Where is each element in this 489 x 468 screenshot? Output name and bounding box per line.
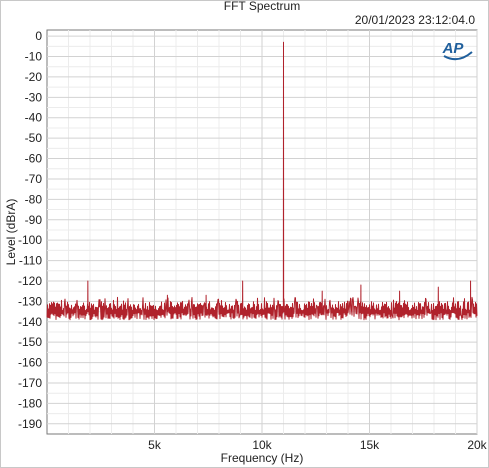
y-tick-label: -100 (18, 233, 42, 247)
y-tick-label: -190 (18, 417, 42, 431)
fft-chart: FFT Spectrum 20/01/2023 23:12:04.0 0 -10 -… (4, 0, 488, 465)
y-tick-label: -150 (18, 335, 42, 349)
chart-title: FFT Spectrum (224, 0, 300, 13)
y-tick-label: -180 (18, 396, 42, 410)
chart-timestamp: 20/01/2023 23:12:04.0 (355, 13, 475, 27)
x-tick-label: 10k (252, 438, 272, 452)
ap-logo-text: AP (442, 40, 465, 57)
y-tick-label: 0 (35, 29, 42, 43)
x-tick-label: 20k (467, 438, 487, 452)
y-tick-label: -160 (18, 356, 42, 370)
y-axis-label: Level (dBrA) (4, 199, 18, 266)
y-tick-label: -40 (25, 111, 43, 125)
y-tick-label: -20 (25, 70, 43, 84)
y-tick-label: -60 (25, 152, 43, 166)
y-tick-label: -170 (18, 376, 42, 390)
x-tick-label: 5k (148, 438, 162, 452)
y-tick-label: -120 (18, 274, 42, 288)
y-tick-label: -30 (25, 90, 43, 104)
x-tick-labels: 5k 10k 15k 20k (148, 438, 488, 452)
y-tick-label: -90 (25, 213, 43, 227)
y-tick-label: -140 (18, 315, 42, 329)
y-tick-label: -130 (18, 294, 42, 308)
y-tick-label: -70 (25, 172, 43, 186)
x-tick-label: 15k (360, 438, 380, 452)
y-tick-label: -50 (25, 131, 43, 145)
y-tick-labels: 0 -10 -20 -30 -40 -50 -60 -70 -80 -90 -100 -110 -120… (18, 29, 42, 431)
y-tick-label: -10 (25, 50, 43, 64)
y-tick-label: -80 (25, 192, 43, 206)
y-tick-label: -110 (19, 254, 42, 268)
x-axis-label: Frequency (Hz) (221, 451, 304, 465)
